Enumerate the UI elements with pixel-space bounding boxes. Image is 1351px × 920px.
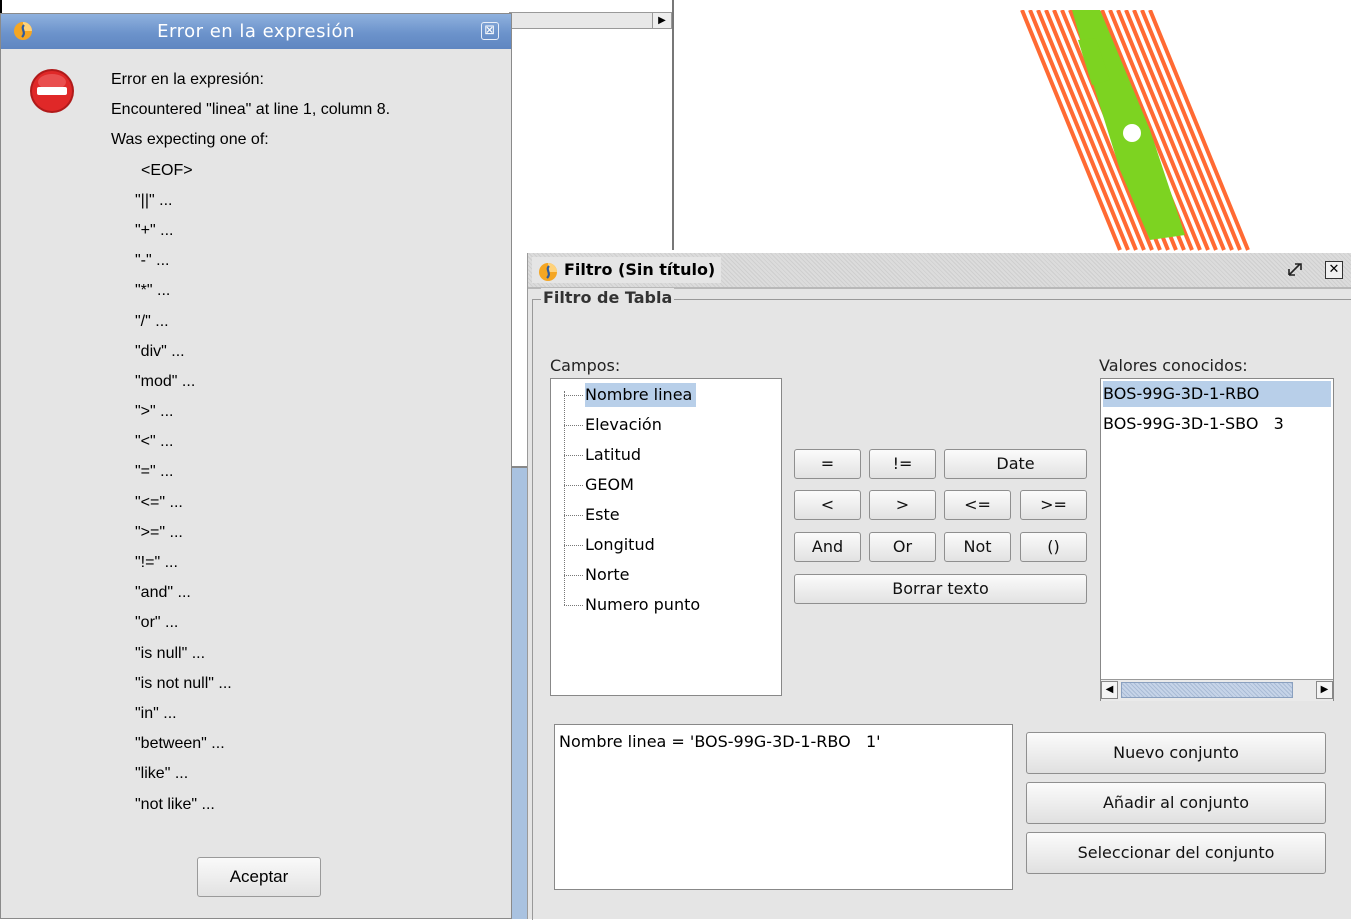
known-values-list[interactable]: BOS-99G-3D-1-RBO BOS-99G-3D-1-SBO 3 xyxy=(1100,378,1334,701)
expected-token: "-" ... xyxy=(135,252,170,270)
scroll-right-arrow-icon[interactable]: ▶ xyxy=(1316,681,1333,699)
expected-token: "=" ... xyxy=(135,463,174,481)
equals-button[interactable]: = xyxy=(794,449,861,479)
error-message-line: Encountered "linea" at line 1, column 8. xyxy=(111,101,391,119)
select-from-set-button[interactable]: Seleccionar del conjunto xyxy=(1026,832,1326,874)
expected-token: "/" ... xyxy=(135,312,169,330)
tree-connector xyxy=(564,575,583,576)
expected-token: ">" ... xyxy=(135,403,174,421)
known-values-scrollbar[interactable]: ◀ ▶ xyxy=(1101,679,1333,701)
expected-token: "between" ... xyxy=(135,735,225,753)
filter-window-titlebar[interactable]: Filtro (Sin título) ✕ xyxy=(528,253,1351,287)
clear-text-button[interactable]: Borrar texto xyxy=(794,574,1087,604)
background-panel-divider xyxy=(672,0,674,250)
fields-tree[interactable]: Nombre linea Elevación Latitud GEOM Este Long… xyxy=(550,378,782,696)
map-view[interactable] xyxy=(1000,10,1260,255)
expected-token: "is null" ... xyxy=(135,644,206,662)
field-tree-item[interactable]: Elevación xyxy=(585,413,662,437)
background-horizontal-scrollbar[interactable]: ▶ xyxy=(509,12,672,29)
close-icon[interactable]: ⊠ xyxy=(481,22,499,40)
less-than-button[interactable]: < xyxy=(794,490,861,520)
expected-token: "*" ... xyxy=(135,282,171,300)
new-set-button[interactable]: Nuevo conjunto xyxy=(1026,732,1326,774)
scrollbar-thumb[interactable] xyxy=(1121,682,1293,698)
known-value-item[interactable]: BOS-99G-3D-1-SBO 3 xyxy=(1103,411,1284,437)
add-to-set-button[interactable]: Añadir al conjunto xyxy=(1026,782,1326,824)
expected-token: "in" ... xyxy=(135,704,177,722)
and-button[interactable]: And xyxy=(794,532,861,562)
table-filter-group-title: Filtro de Tabla xyxy=(541,288,675,307)
app-logo-icon xyxy=(14,22,32,40)
tree-connector xyxy=(564,605,583,606)
known-value-item[interactable]: BOS-99G-3D-1-RBO xyxy=(1103,381,1331,407)
expression-textarea[interactable]: Nombre linea = 'BOS-99G-3D-1-RBO 1' xyxy=(554,724,1013,890)
expected-token: "mod" ... xyxy=(135,372,196,390)
field-tree-item[interactable]: Nombre linea xyxy=(585,383,697,407)
tree-connector xyxy=(564,425,583,426)
expected-token: "not like" ... xyxy=(135,795,215,813)
expected-token: "+" ... xyxy=(135,221,174,239)
fields-label: Campos: xyxy=(550,356,621,375)
expected-token: "div" ... xyxy=(135,342,185,360)
not-equals-button[interactable]: != xyxy=(869,449,936,479)
expected-token: "or" ... xyxy=(135,614,179,632)
error-stop-icon xyxy=(30,69,74,113)
greater-equal-button[interactable]: >= xyxy=(1020,490,1087,520)
expected-token: "||" ... xyxy=(135,191,173,209)
expected-token: "!=" ... xyxy=(135,554,178,571)
error-dialog: Error en la expresión ⊠ Error en la expr… xyxy=(0,13,512,919)
map-gap xyxy=(1123,124,1141,142)
date-button[interactable]: Date xyxy=(944,449,1087,479)
error-message-line: Error en la expresión: xyxy=(111,71,264,88)
expected-token: "and" ... xyxy=(135,584,191,602)
tree-connector xyxy=(564,395,583,396)
field-tree-item[interactable]: Este xyxy=(585,503,620,527)
or-button[interactable]: Or xyxy=(869,532,936,562)
known-values-label: Valores conocidos: xyxy=(1099,356,1248,375)
error-dialog-title: Error en la expresión xyxy=(157,21,355,42)
error-message: Error en la expresión: Encountered "linea… xyxy=(111,65,390,820)
expected-token: "<" ... xyxy=(135,433,174,451)
filter-window-title: Filtro (Sin título) xyxy=(564,260,716,279)
close-icon[interactable]: ✕ xyxy=(1325,261,1343,279)
expected-token: ">=" ... xyxy=(135,523,183,541)
tree-connector xyxy=(564,391,565,605)
error-message-line: Was expecting one of: xyxy=(111,131,269,149)
field-tree-item[interactable]: Numero punto xyxy=(585,593,700,617)
scroll-left-arrow-icon[interactable]: ◀ xyxy=(1101,681,1118,699)
field-tree-item[interactable]: Latitud xyxy=(585,443,641,467)
expected-token: "like" ... xyxy=(135,765,189,783)
tree-connector xyxy=(564,515,583,516)
field-tree-item[interactable]: GEOM xyxy=(585,473,634,497)
expected-token: <EOF> xyxy=(141,161,193,179)
accept-button[interactable]: Aceptar xyxy=(197,857,321,897)
field-tree-item[interactable]: Norte xyxy=(585,563,629,587)
not-button[interactable]: Not xyxy=(944,532,1011,562)
less-equal-button[interactable]: <= xyxy=(944,490,1011,520)
greater-than-button[interactable]: > xyxy=(869,490,936,520)
minimize-icon[interactable] xyxy=(1285,260,1305,280)
expected-token: "is not null" ... xyxy=(135,674,232,692)
tree-connector xyxy=(564,455,583,456)
scroll-right-arrow-icon[interactable]: ▶ xyxy=(652,13,671,28)
tree-connector xyxy=(564,545,583,546)
tree-connector xyxy=(564,485,583,486)
expected-token: "<=" ... xyxy=(135,493,183,511)
error-dialog-titlebar[interactable]: Error en la expresión ⊠ xyxy=(1,14,511,49)
filter-title-wrap: Filtro (Sin título) xyxy=(532,257,722,283)
field-tree-item[interactable]: Longitud xyxy=(585,533,655,557)
app-logo-icon xyxy=(539,263,557,281)
parentheses-button[interactable]: () xyxy=(1020,532,1087,562)
